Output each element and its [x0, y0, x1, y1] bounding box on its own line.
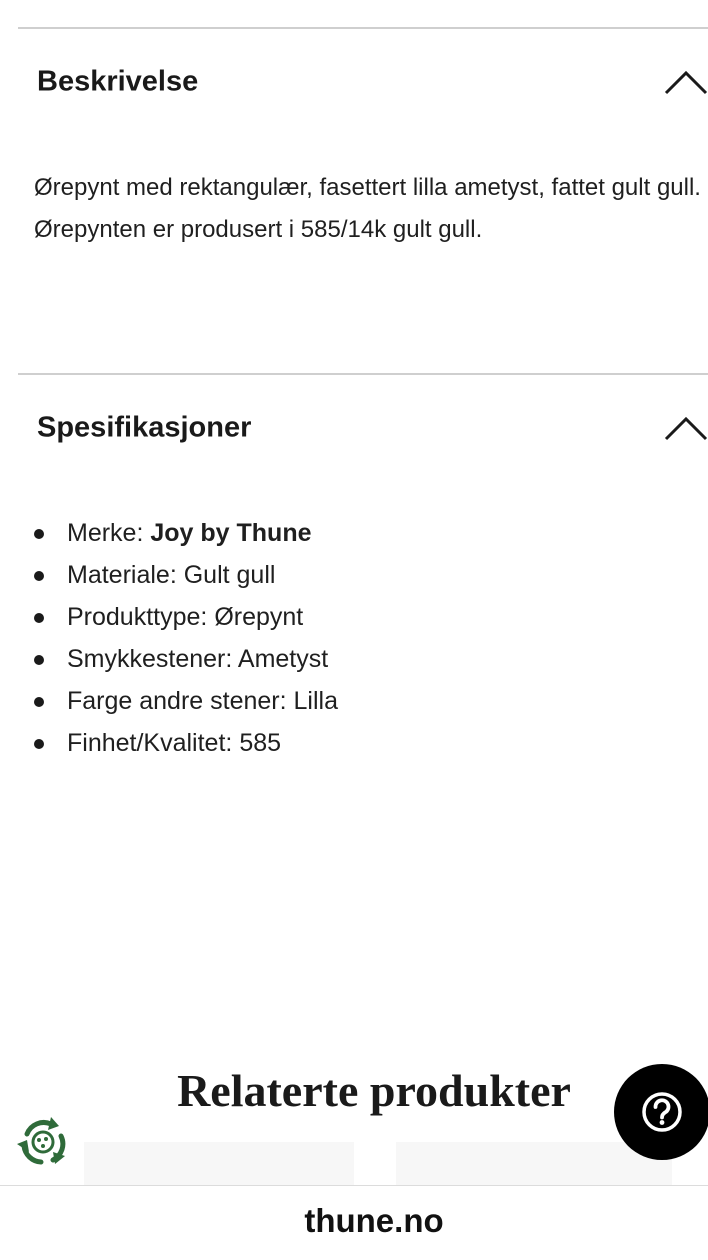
question-mark-icon: [642, 1092, 682, 1132]
spec-value: Lilla: [293, 687, 338, 715]
spec-item-material: Materiale: Gult gull: [34, 554, 338, 596]
description-line: Ørepynten er produsert i 585/14k gult gu…: [34, 216, 483, 243]
spec-value: 585: [239, 729, 282, 757]
top-divider: [18, 27, 708, 29]
description-title: Beskrivelse: [37, 65, 199, 98]
url-text[interactable]: thune.no: [0, 1202, 708, 1240]
recycle-icon[interactable]: [13, 1112, 73, 1172]
spec-item-product-type: Produkttype: Ørepynt: [34, 596, 338, 638]
section-divider: [18, 373, 708, 375]
spec-item-other-stone-color: Farge andre stener: Lilla: [34, 680, 338, 722]
spec-label: Materiale:: [67, 561, 184, 589]
description-accordion-header[interactable]: Beskrivelse: [0, 52, 708, 112]
spec-value: Ørepynt: [214, 603, 304, 631]
spec-label: Produkttype:: [67, 603, 215, 631]
spec-item-brand: Merke: Joy by Thune: [34, 512, 338, 554]
specifications-accordion-header[interactable]: Spesifikasjoner: [0, 398, 708, 458]
spec-label: Merke:: [67, 519, 151, 547]
chevron-up-icon[interactable]: [662, 67, 708, 97]
browser-address-bar[interactable]: thune.no: [0, 1185, 708, 1260]
spec-value: Gult gull: [183, 561, 276, 589]
related-products-title: Relaterte produkter: [177, 1065, 571, 1116]
spec-value: Ametyst: [237, 645, 329, 673]
description-line: Ørepynt med rektangulær, fasettert lilla…: [34, 174, 701, 201]
spec-label: Finhet/Kvalitet:: [67, 729, 240, 757]
chevron-up-icon[interactable]: [662, 413, 708, 443]
help-chat-button[interactable]: [614, 1064, 708, 1160]
spec-item-fineness: Finhet/Kvalitet: 585: [34, 722, 338, 764]
description-text: Ørepynt med rektangulær, fasettert lilla…: [34, 167, 708, 251]
specifications-list: Merke: Joy by Thune Materiale: Gult gull…: [34, 512, 338, 764]
spec-label: Smykkestener:: [67, 645, 238, 673]
specifications-title: Spesifikasjoner: [37, 411, 252, 444]
spec-item-gemstones: Smykkestener: Ametyst: [34, 638, 338, 680]
brand-value: Joy by Thune: [150, 519, 312, 547]
spec-label: Farge andre stener:: [67, 687, 294, 715]
